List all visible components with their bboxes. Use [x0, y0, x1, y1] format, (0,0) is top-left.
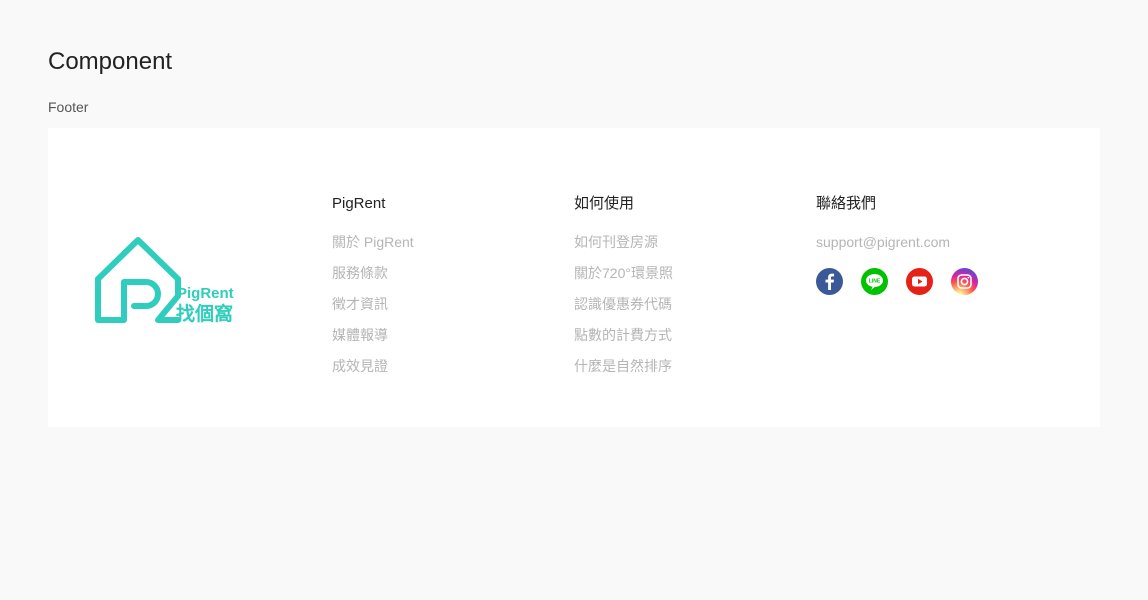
youtube-icon[interactable] — [906, 268, 933, 295]
footer-column-pigrent: PigRent 關於 PigRent 服務條款 徵才資訊 媒體報導 成效見證 — [332, 195, 414, 389]
column-title-contact: 聯絡我們 — [816, 195, 877, 212]
link-testimonials[interactable]: 成效見證 — [332, 358, 414, 389]
link-points-billing[interactable]: 點數的計費方式 — [574, 327, 673, 358]
footer-column-how-to-use: 如何使用 如何刊登房源 關於720°環景照 認識優惠券代碼 點數的計費方式 什麼… — [574, 195, 673, 389]
facebook-icon[interactable] — [816, 268, 843, 295]
link-about-pigrent[interactable]: 關於 PigRent — [332, 234, 414, 265]
contact-email-link[interactable]: support@pigrent.com — [816, 234, 978, 250]
link-720-panorama[interactable]: 關於720°環景照 — [574, 265, 673, 296]
logo-latin-text: PigRent — [177, 285, 234, 302]
link-natural-ranking[interactable]: 什麼是自然排序 — [574, 358, 673, 389]
social-links: LINE — [816, 268, 978, 295]
logo-chinese-text: 找個窩 — [176, 302, 233, 324]
footer-column-contact: 聯絡我們 support@pigrent.com LINE — [816, 195, 978, 295]
how-to-use-links: 如何刊登房源 關於720°環景照 認識優惠券代碼 點數的計費方式 什麼是自然排序 — [574, 234, 673, 389]
page-title: Component — [48, 48, 173, 75]
link-media-coverage[interactable]: 媒體報導 — [332, 327, 414, 358]
link-coupon-codes[interactable]: 認識優惠券代碼 — [574, 296, 673, 327]
link-careers[interactable]: 徵才資訊 — [332, 296, 414, 327]
instagram-icon[interactable] — [951, 268, 978, 295]
footer: PigRent 找個窩 PigRent 關於 PigRent 服務條款 徵才資訊… — [48, 128, 1100, 427]
link-terms-of-service[interactable]: 服務條款 — [332, 265, 414, 296]
section-label: Footer — [48, 99, 89, 115]
pigrent-logo[interactable]: PigRent 找個窩 — [94, 234, 236, 325]
pigrent-links: 關於 PigRent 服務條款 徵才資訊 媒體報導 成效見證 — [332, 234, 414, 389]
svg-text:LINE: LINE — [869, 278, 881, 284]
line-icon[interactable]: LINE — [861, 268, 888, 295]
link-how-to-list[interactable]: 如何刊登房源 — [574, 234, 673, 265]
column-title-how-to-use: 如何使用 — [574, 195, 635, 212]
column-title-pigrent: PigRent — [332, 195, 386, 212]
